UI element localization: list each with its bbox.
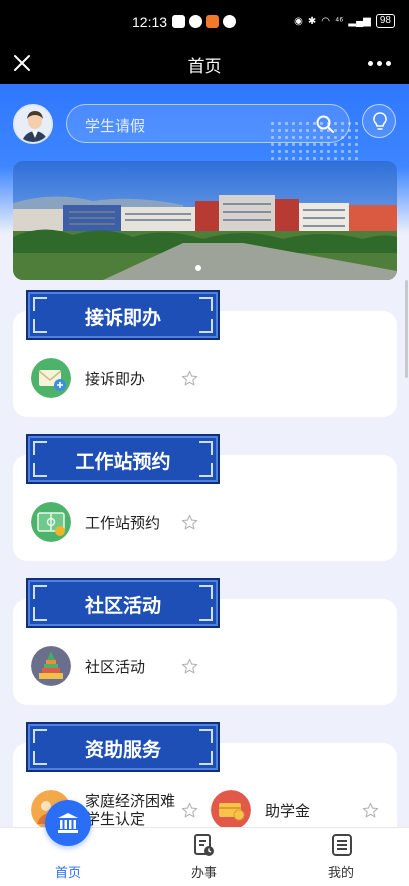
title-bar: 首页 [0,44,409,84]
nav-home-button[interactable] [45,800,91,846]
battery-indicator: 98 [375,14,395,28]
wifi-icon: ◠ [321,15,330,27]
eye-icon: ◉ [294,15,303,27]
section-title-workstation: 工作站预约 [26,434,220,484]
search-bar[interactable]: 学生请假 [66,104,350,143]
money-icon [211,790,251,830]
service-item-grant[interactable]: 助学金 [211,790,310,830]
more-menu-icon[interactable] [368,61,391,66]
lightbulb-icon [373,112,387,130]
favorite-star-icon[interactable] [362,802,379,819]
status-time: 12:13 [132,14,168,30]
field-icon [31,502,71,542]
profile-list-icon[interactable] [331,833,353,857]
search-placeholder: 学生请假 [85,117,146,135]
service-item-label: 助学金 [265,801,311,820]
favorite-star-icon[interactable] [181,514,198,531]
service-item-workstation[interactable]: 工作站预约 [31,502,160,542]
section-title-financial-aid: 资助服务 [26,722,220,772]
app-badge-icon [206,15,219,28]
nav-mine-label[interactable]: 我的 [328,862,354,881]
pause-notification-icon [223,15,236,28]
avatar[interactable] [13,104,53,144]
service-item-label: 接诉即办 [85,369,146,388]
campus-banner[interactable] [13,161,397,280]
document-clock-icon[interactable] [193,833,215,857]
campus-photo [13,161,397,280]
service-item-label: 家庭经济困难 学生认定 [85,792,176,828]
mail-icon [31,358,71,398]
service-item-community[interactable]: 社区活动 [31,646,145,686]
favorite-star-icon[interactable] [181,802,198,819]
nav-tasks-label[interactable]: 办事 [191,862,217,881]
nav-home-label[interactable]: 首页 [55,862,81,881]
search-icon[interactable] [315,114,335,134]
tower-icon [31,646,71,686]
favorite-star-icon[interactable] [181,370,198,387]
heart-notification-icon [189,15,202,28]
service-item-label: 工作站预约 [85,513,161,532]
lightbulb-button[interactable] [362,104,396,138]
service-item-label: 社区活动 [85,657,146,676]
page-title: 首页 [187,57,222,76]
app-notification-icon [172,15,185,28]
section-title-complaints: 接诉即办 [26,290,220,340]
status-bar: 12:13 ◉ ✱ ◠ ⁴⁶ ▂▄▆ 98 [0,0,409,44]
section-title-community: 社区活动 [26,578,220,628]
service-item-complaints[interactable]: 接诉即办 [31,358,145,398]
signal-icon: ▂▄▆ [348,15,371,27]
network-type: ⁴⁶ [334,15,344,27]
bluetooth-icon: ✱ [307,15,317,27]
bank-icon [58,813,78,833]
favorite-star-icon[interactable] [181,658,198,675]
scrollbar[interactable] [405,280,408,378]
